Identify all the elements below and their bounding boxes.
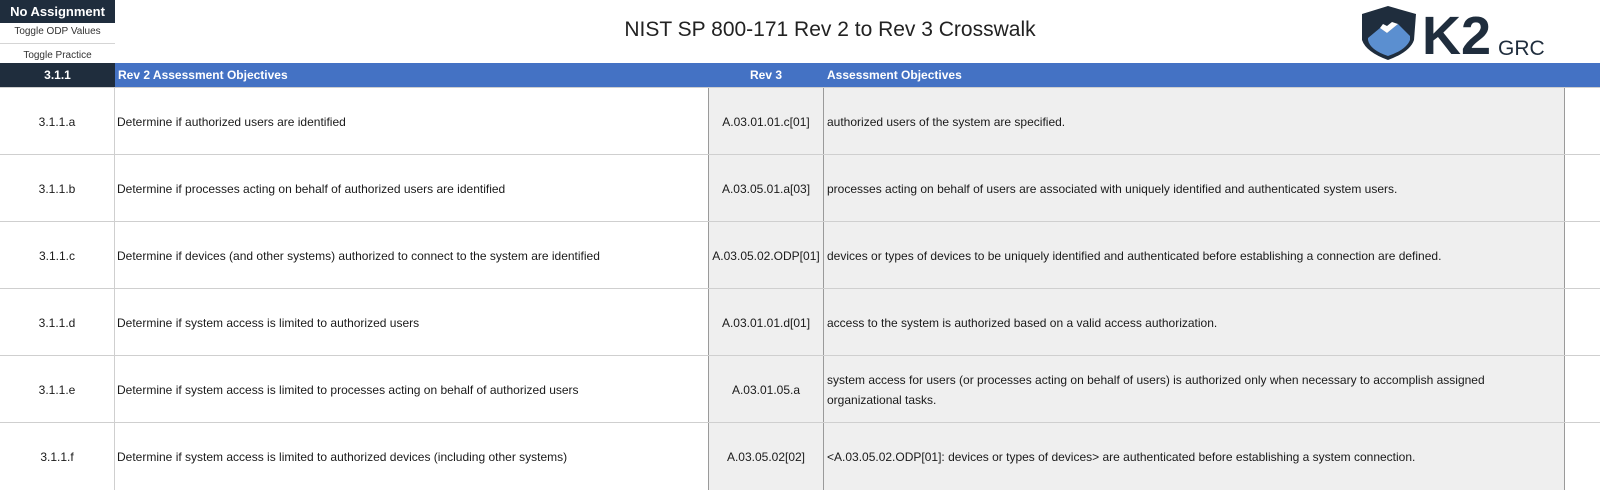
objective-id-cell[interactable]: 3.1.1.b	[0, 155, 115, 222]
rev3-id-cell[interactable]: A.03.05.02[02]	[708, 423, 824, 490]
page-title: NIST SP 800-171 Rev 2 to Rev 3 Crosswalk	[624, 18, 1036, 41]
objective-id-cell[interactable]: 3.1.1.e	[0, 356, 115, 423]
k2-grc-logo: K2 GRC	[1362, 6, 1545, 62]
rev3-objective-cell[interactable]: authorized users of the system are speci…	[824, 88, 1565, 155]
rev2-objective-cell[interactable]: Determine if authorized users are identi…	[115, 88, 708, 155]
rev2-objective-cell[interactable]: Determine if system access is limited to…	[115, 289, 708, 356]
objective-id-cell[interactable]: 3.1.1.d	[0, 289, 115, 356]
rev2-objective-cell[interactable]: Determine if system access is limited to…	[115, 356, 708, 423]
rev3-objective-cell[interactable]: system access for users (or processes ac…	[824, 356, 1565, 423]
column-header-row: 3.1.1 Rev 2 Assessment Objectives Rev 3 …	[0, 63, 1600, 87]
rev3-header: Rev 3	[749, 68, 783, 82]
objective-id-cell[interactable]: 3.1.1.a	[0, 88, 115, 155]
rev3-objective-cell[interactable]: <A.03.05.02.ODP[01]: devices or types of…	[824, 423, 1565, 490]
table-row: 3.1.1.e Determine if system access is li…	[0, 355, 1600, 423]
assessment-objectives-header: Assessment Objectives	[827, 68, 962, 82]
control-id-header: 3.1.1	[0, 63, 115, 87]
rev3-objective-cell[interactable]: devices or types of devices to be unique…	[824, 222, 1565, 289]
svg-text:GRC: GRC	[1498, 37, 1545, 60]
objective-id-cell[interactable]: 3.1.1.c	[0, 222, 115, 289]
rev3-id-cell[interactable]: A.03.01.01.c[01]	[708, 88, 824, 155]
table-row: 3.1.1.b Determine if processes acting on…	[0, 154, 1600, 222]
rev3-id-cell[interactable]: A.03.05.01.a[03]	[708, 155, 824, 222]
toggle-odp-values-button[interactable]: Toggle ODP Values	[0, 23, 115, 44]
rev2-objectives-header: Rev 2 Assessment Objectives	[118, 68, 288, 82]
rev3-id-cell[interactable]: A.03.05.02.ODP[01]	[708, 222, 824, 289]
table-row: 3.1.1.d Determine if system access is li…	[0, 288, 1600, 356]
table-row: 3.1.1.f Determine if system access is li…	[0, 422, 1600, 490]
rev3-id-cell[interactable]: A.03.01.01.d[01]	[708, 289, 824, 356]
toggle-practice-button[interactable]: Toggle Practice	[0, 44, 115, 63]
rev2-objective-cell[interactable]: Determine if processes acting on behalf …	[115, 155, 708, 222]
sheet-top-bar: No Assignment Toggle ODP Values Toggle P…	[0, 0, 1600, 63]
rev3-objective-cell[interactable]: processes acting on behalf of users are …	[824, 155, 1565, 222]
svg-text:K2: K2	[1422, 6, 1491, 62]
rev2-objective-cell[interactable]: Determine if devices (and other systems)…	[115, 222, 708, 289]
rev3-id-cell[interactable]: A.03.01.05.a	[708, 356, 824, 423]
table-row: 3.1.1.c Determine if devices (and other …	[0, 221, 1600, 289]
rev2-objective-cell[interactable]: Determine if system access is limited to…	[115, 423, 708, 490]
assignment-label: No Assignment	[0, 0, 115, 23]
rev3-objective-cell[interactable]: access to the system is authorized based…	[824, 289, 1565, 356]
table-row: 3.1.1.a Determine if authorized users ar…	[0, 87, 1600, 155]
objective-id-cell[interactable]: 3.1.1.f	[0, 423, 115, 490]
